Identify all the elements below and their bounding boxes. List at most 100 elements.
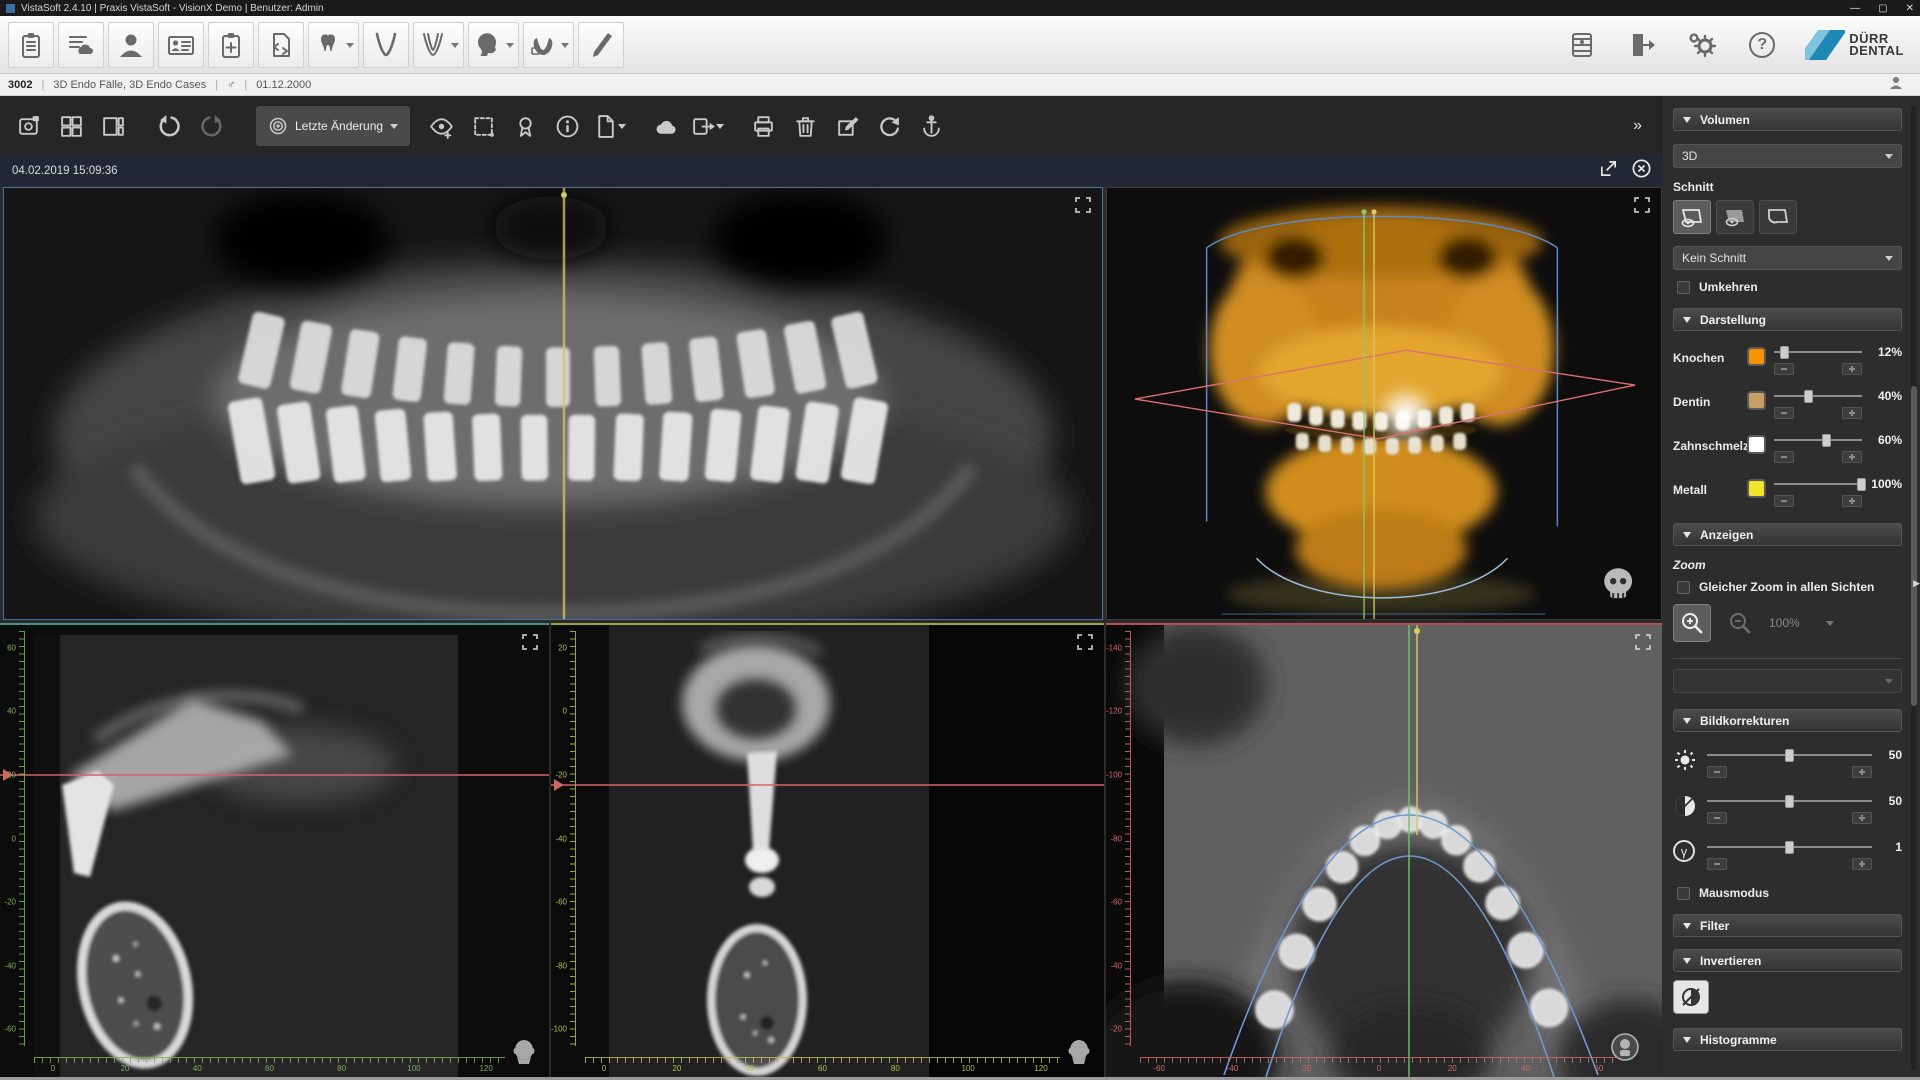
- opacity-slider[interactable]: [1774, 433, 1862, 447]
- help-button[interactable]: ?: [1739, 22, 1785, 68]
- slice-mode-free-button[interactable]: [1673, 200, 1711, 234]
- slice-mode-clip-button[interactable]: [1759, 200, 1797, 234]
- color-swatch[interactable]: [1747, 435, 1766, 454]
- section-darstellung[interactable]: Darstellung: [1673, 308, 1902, 331]
- volume-3d-panel[interactable]: [1106, 187, 1662, 620]
- orientation-head-icon[interactable]: [1066, 1039, 1092, 1070]
- overview-button[interactable]: [8, 105, 50, 147]
- device-button[interactable]: [1559, 22, 1605, 68]
- jaw-3d-button[interactable]: [523, 22, 574, 68]
- section-bildkorrekturen[interactable]: Bildkorrekturen: [1673, 709, 1902, 732]
- close-button[interactable]: ✕: [1906, 3, 1914, 14]
- expand-panel-button[interactable]: [521, 633, 539, 651]
- brightness-slider[interactable]: [1707, 748, 1872, 762]
- patient-card-button[interactable]: [158, 22, 204, 68]
- patient-id[interactable]: 3002: [8, 79, 32, 91]
- section-filter[interactable]: Filter: [1673, 914, 1902, 937]
- zoom-out-button[interactable]: [1721, 604, 1759, 642]
- tooth-button[interactable]: [308, 22, 359, 68]
- panoramic-image[interactable]: [4, 188, 1102, 619]
- arch-button[interactable]: [363, 22, 409, 68]
- color-swatch[interactable]: [1747, 391, 1766, 410]
- umkehren-checkbox[interactable]: [1677, 281, 1690, 294]
- invert-button[interactable]: [1673, 980, 1709, 1014]
- history-dropdown[interactable]: Letzte Änderung: [256, 106, 410, 146]
- print-button[interactable]: [742, 105, 784, 147]
- increase-button[interactable]: [1842, 407, 1862, 419]
- axial-slice-image[interactable]: [1106, 625, 1662, 1080]
- import-button[interactable]: [258, 22, 304, 68]
- show-annotations-button[interactable]: [420, 105, 462, 147]
- patient-button[interactable]: [108, 22, 154, 68]
- decrease-button[interactable]: [1774, 495, 1794, 507]
- more-tools-button[interactable]: »: [1633, 117, 1655, 135]
- sagittal-slice-image[interactable]: [0, 625, 549, 1080]
- expand-panel-button[interactable]: [1074, 196, 1092, 214]
- info-button[interactable]: [546, 105, 588, 147]
- increase-button[interactable]: [1852, 812, 1872, 824]
- sidebar-collapse-button[interactable]: ▶: [1913, 578, 1920, 589]
- clipboard-add-button[interactable]: [208, 22, 254, 68]
- axial-view-panel[interactable]: -140-120-100-80-60-40-20 -60-40-20020406…: [1106, 623, 1662, 1080]
- zoom-value-dropdown[interactable]: 100%: [1769, 616, 1834, 630]
- report-button[interactable]: [588, 105, 630, 147]
- edit-stamp-button[interactable]: [826, 105, 868, 147]
- gamma-slider[interactable]: [1707, 840, 1872, 854]
- opacity-slider[interactable]: [1774, 477, 1862, 491]
- increase-button[interactable]: [1852, 766, 1872, 778]
- increase-button[interactable]: [1852, 858, 1872, 870]
- rotate-button[interactable]: [868, 105, 910, 147]
- settings-button[interactable]: [1679, 22, 1725, 68]
- sidebar-scrollbar-thumb[interactable]: [1911, 386, 1917, 706]
- section-volumen[interactable]: Volumen: [1673, 108, 1902, 131]
- color-swatch[interactable]: [1747, 347, 1766, 366]
- export-button[interactable]: [686, 105, 728, 147]
- section-histogramme[interactable]: Histogramme: [1673, 1028, 1902, 1051]
- expand-panel-button[interactable]: [1076, 633, 1094, 651]
- expand-panel-button[interactable]: [1634, 633, 1652, 651]
- mausmodus-checkbox[interactable]: [1677, 887, 1690, 900]
- pin-button[interactable]: [910, 105, 952, 147]
- delete-button[interactable]: [784, 105, 826, 147]
- cross-section-image[interactable]: [551, 625, 1104, 1080]
- decrease-button[interactable]: [1707, 812, 1727, 824]
- increase-button[interactable]: [1842, 451, 1862, 463]
- redo-button[interactable]: [190, 105, 232, 147]
- slice-select-dropdown[interactable]: Kein Schnitt: [1673, 246, 1902, 270]
- decrease-button[interactable]: [1707, 766, 1727, 778]
- cloud-button[interactable]: [644, 105, 686, 147]
- undo-button[interactable]: [148, 105, 190, 147]
- pen-button[interactable]: [578, 22, 624, 68]
- decrease-button[interactable]: [1707, 858, 1727, 870]
- case-name[interactable]: 3D Endo Fälle, 3D Endo Cases: [53, 79, 206, 91]
- color-swatch[interactable]: [1747, 479, 1766, 498]
- decrease-button[interactable]: [1774, 407, 1794, 419]
- sagittal-view-panel[interactable]: 6040200-20-40-60 020406080100120: [0, 623, 549, 1080]
- logout-button[interactable]: [1619, 22, 1665, 68]
- contrast-slider[interactable]: [1707, 794, 1872, 808]
- opacity-slider[interactable]: [1774, 345, 1862, 359]
- section-anzeigen[interactable]: Anzeigen: [1673, 523, 1902, 546]
- mode-dropdown[interactable]: 3D: [1673, 144, 1902, 168]
- decrease-button[interactable]: [1774, 363, 1794, 375]
- same-zoom-checkbox[interactable]: [1677, 581, 1690, 594]
- increase-button[interactable]: [1842, 363, 1862, 375]
- section-invertieren[interactable]: Invertieren: [1673, 949, 1902, 972]
- cross-section-panel[interactable]: 200-20-40-60-80-100 020406080100120: [551, 623, 1104, 1080]
- expand-panel-button[interactable]: [1633, 196, 1651, 214]
- patient-photo-icon[interactable]: [1888, 75, 1904, 94]
- arch-compare-button[interactable]: [413, 22, 464, 68]
- favorite-tag-button[interactable]: [504, 105, 546, 147]
- grid-layout-button[interactable]: [50, 105, 92, 147]
- open-external-button[interactable]: [1599, 159, 1618, 183]
- close-study-button[interactable]: [1632, 159, 1651, 183]
- maximize-button[interactable]: ▢: [1878, 3, 1887, 14]
- worklist-button[interactable]: [58, 22, 104, 68]
- head-view-button[interactable]: [468, 22, 519, 68]
- orientation-head-icon[interactable]: [511, 1039, 537, 1070]
- increase-button[interactable]: [1842, 495, 1862, 507]
- select-region-button[interactable]: [462, 105, 504, 147]
- volume-3d-render[interactable]: [1107, 188, 1661, 619]
- slice-mode-plane-button[interactable]: [1716, 200, 1754, 234]
- minimize-button[interactable]: —: [1850, 3, 1860, 14]
